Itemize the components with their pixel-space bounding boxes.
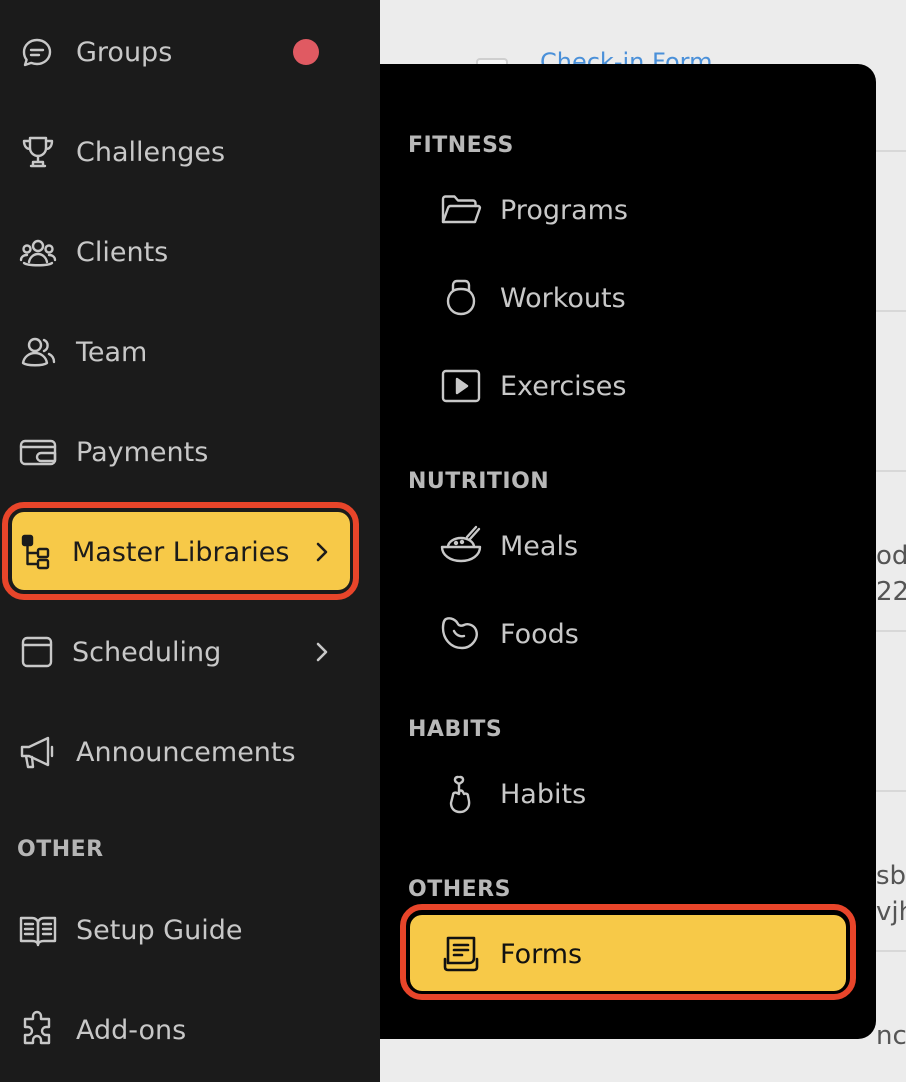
submenu-item-exercises[interactable]: Exercises [380, 356, 876, 416]
row-divider [876, 790, 906, 792]
sidebar-item-label: Challenges [76, 136, 226, 168]
sidebar-item-label: Clients [76, 236, 169, 268]
row-divider [876, 150, 906, 152]
bean-icon [440, 613, 482, 655]
row-divider [876, 470, 906, 472]
sidebar: Groups Challenges Clients Team Payments … [0, 0, 380, 1082]
sidebar-item-label: Payments [76, 436, 209, 468]
sidebar-item-scheduling[interactable]: Scheduling [0, 622, 380, 682]
sidebar-item-team[interactable]: Team [0, 322, 380, 382]
row-divider [876, 310, 906, 312]
notification-badge [293, 39, 319, 65]
row-divider [876, 950, 906, 952]
row-text-fragment: odc 227 [876, 541, 906, 607]
library-tree-icon [18, 532, 58, 572]
clients-icon [18, 232, 58, 272]
trophy-icon [18, 132, 58, 172]
submenu-item-label: Workouts [500, 282, 626, 314]
section-label-nutrition: NUTRITION [408, 469, 550, 494]
section-label-fitness: FITNESS [408, 133, 514, 158]
wallet-icon [18, 432, 58, 472]
book-icon [18, 910, 58, 950]
puzzle-icon [18, 1010, 58, 1050]
submenu-item-habits[interactable]: Habits [380, 764, 876, 824]
sidebar-item-setup-guide[interactable]: Setup Guide [0, 900, 380, 960]
sidebar-item-payments[interactable]: Payments [0, 422, 380, 482]
row-text-fragment: nc [876, 1021, 906, 1051]
sidebar-item-label: Team [76, 336, 148, 368]
play-icon [440, 365, 482, 407]
sidebar-item-label: Add-ons [76, 1014, 187, 1046]
calendar-icon [18, 632, 58, 672]
chevron-right-icon [310, 537, 334, 567]
submenu-item-label: Meals [500, 530, 579, 562]
sidebar-item-label: Scheduling [72, 636, 222, 668]
megaphone-icon [18, 732, 58, 772]
section-label-other: OTHER [17, 837, 104, 862]
folder-icon [440, 189, 482, 231]
submenu-item-foods[interactable]: Foods [380, 604, 876, 664]
sidebar-item-master-libraries[interactable]: Master Libraries [0, 522, 380, 582]
submenu-item-label: Forms [500, 938, 583, 970]
sidebar-item-announcements[interactable]: Announcements [0, 722, 380, 782]
submenu-item-label: Habits [500, 778, 587, 810]
submenu-item-workouts[interactable]: Workouts [380, 268, 876, 328]
bowl-icon [440, 525, 482, 567]
row-text-fragment: sbt vjh [876, 861, 906, 927]
master-libraries-submenu: FITNESS Programs Workouts Exercises NUTR… [380, 64, 876, 1039]
submenu-item-programs[interactable]: Programs [380, 180, 876, 240]
kettlebell-icon [440, 277, 482, 319]
chat-bubbles-icon [18, 32, 58, 72]
submenu-item-label: Programs [500, 194, 628, 226]
form-icon [440, 933, 482, 975]
submenu-item-meals[interactable]: Meals [380, 516, 876, 576]
section-label-habits: HABITS [408, 717, 503, 742]
sidebar-item-label: Announcements [76, 736, 296, 768]
submenu-item-forms[interactable]: Forms [380, 924, 876, 984]
chevron-right-icon [310, 637, 334, 667]
habit-hand-icon [440, 773, 482, 815]
sidebar-item-clients[interactable]: Clients [0, 222, 380, 282]
sidebar-item-label: Setup Guide [76, 914, 243, 946]
section-label-others: OTHERS [408, 877, 511, 902]
submenu-item-label: Exercises [500, 370, 627, 402]
sidebar-item-label: Master Libraries [72, 536, 290, 568]
sidebar-item-label: Groups [76, 36, 173, 68]
row-divider [876, 630, 906, 632]
team-icon [18, 332, 58, 372]
sidebar-item-groups[interactable]: Groups [0, 22, 380, 82]
submenu-item-label: Foods [500, 618, 579, 650]
sidebar-item-add-ons[interactable]: Add-ons [0, 1000, 380, 1060]
sidebar-item-challenges[interactable]: Challenges [0, 122, 380, 182]
